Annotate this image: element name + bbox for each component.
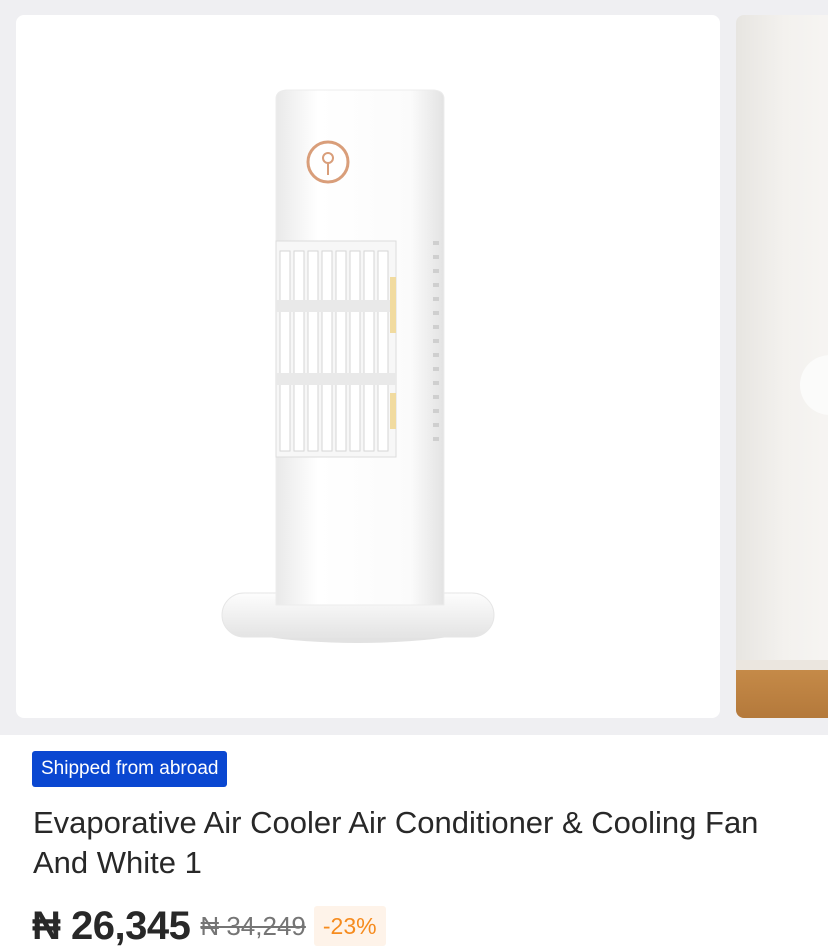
- old-price: ₦ 34,249: [200, 910, 306, 941]
- image-decor: [736, 670, 828, 718]
- discount-badge: -23%: [313, 906, 386, 946]
- image-decor: [800, 355, 828, 415]
- image-decor: [736, 660, 828, 670]
- image-gallery[interactable]: [0, 0, 828, 735]
- next-product-image[interactable]: [736, 15, 828, 718]
- shipped-from-abroad-badge: Shipped from abroad: [32, 751, 228, 787]
- price-row: ₦ 26,345 ₦ 34,249 -23%: [32, 902, 386, 950]
- air-cooler-illustration: [221, 89, 495, 643]
- current-price: ₦ 26,345: [32, 903, 191, 948]
- product-image[interactable]: [16, 15, 720, 718]
- product-title: Evaporative Air Cooler Air Conditioner &…: [33, 805, 759, 880]
- product-info: Shipped from abroad Evaporative Air Cool…: [0, 735, 828, 950]
